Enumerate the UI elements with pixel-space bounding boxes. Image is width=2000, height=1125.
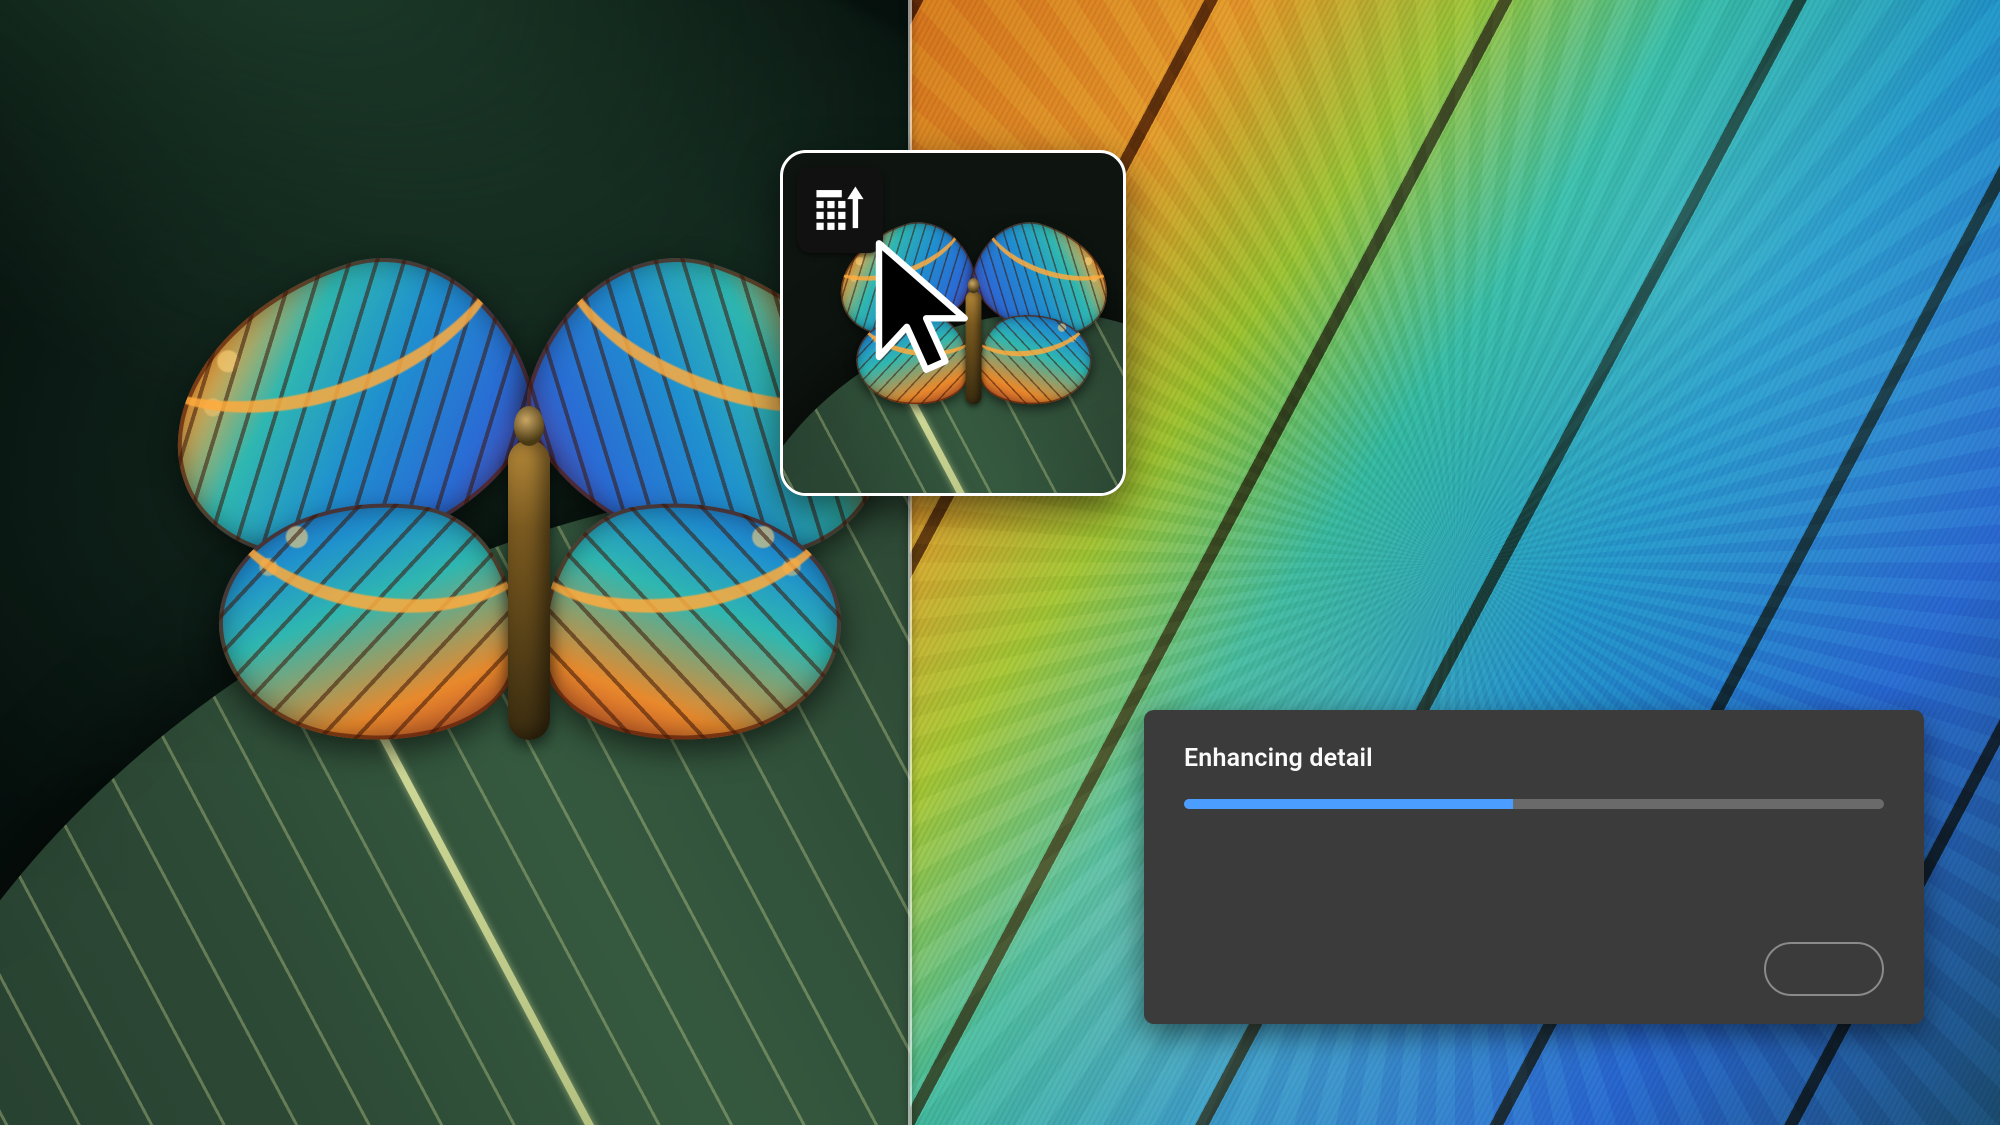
cursor-icon bbox=[869, 239, 979, 389]
progress-panel: Enhancing detail bbox=[1144, 710, 1924, 1024]
progress-title: Enhancing detail bbox=[1184, 744, 1884, 773]
progress-track bbox=[1184, 799, 1884, 809]
source-thumbnail-tile[interactable] bbox=[780, 150, 1126, 496]
butterfly-body bbox=[508, 440, 550, 740]
comparison-stage: Enhancing detail bbox=[0, 0, 2000, 1125]
progress-fill bbox=[1184, 799, 1513, 809]
wing-lower-left bbox=[205, 480, 535, 759]
upscale-grid-icon bbox=[811, 181, 869, 239]
before-image-pane bbox=[0, 0, 910, 1125]
cancel-button[interactable] bbox=[1764, 942, 1884, 996]
wing-lower-right bbox=[525, 480, 855, 759]
